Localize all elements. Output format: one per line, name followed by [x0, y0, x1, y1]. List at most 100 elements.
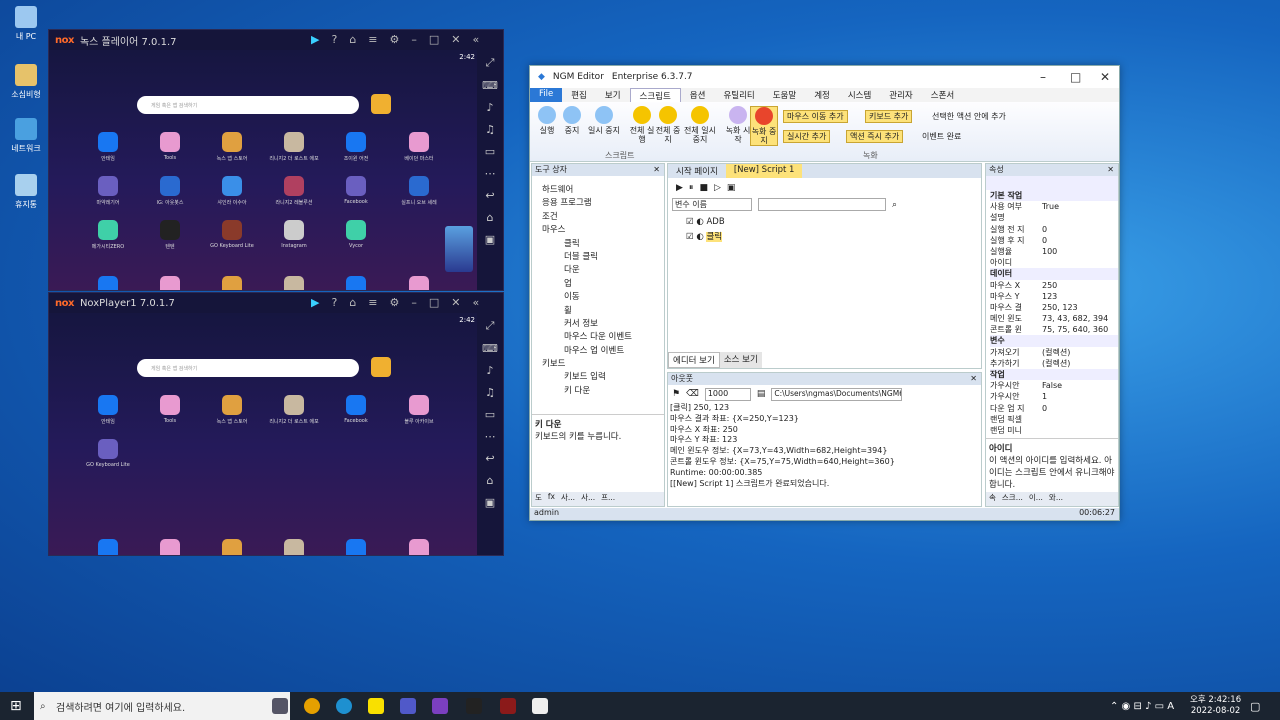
gear-icon[interactable]: ⚙ — [390, 296, 400, 309]
nox-window-2[interactable]: nox NoxPlayer1 7.0.1.7 ▶? ⌂ ≡ ⚙ – □ ✕ « 2:42 게임 … — [48, 292, 504, 556]
property-row[interactable]: 다운 업 지 0 — [990, 403, 1118, 414]
gear-icon[interactable]: ⚙ — [390, 33, 400, 46]
all-run-button[interactable]: 전체 실행 — [628, 106, 656, 144]
app-search-input[interactable]: 게임 혹은 앱 검색하기 — [137, 96, 359, 114]
close-icon[interactable]: ✕ — [653, 164, 660, 176]
notepad-icon[interactable] — [532, 698, 548, 714]
property-row[interactable]: 가우시안 False — [990, 380, 1118, 391]
toolbox-item[interactable]: 조건 — [542, 211, 664, 224]
menu-icon[interactable]: ≡ — [368, 296, 377, 309]
close-icon[interactable]: ✕ — [451, 33, 460, 46]
minimize-button[interactable]: – — [1040, 70, 1046, 84]
tab-script[interactable]: 스크... — [1002, 492, 1023, 506]
recent-icon[interactable]: ▣ — [485, 496, 495, 509]
app-icon[interactable]: Instagram — [269, 220, 319, 249]
close-button[interactable]: ✕ — [1100, 70, 1110, 84]
app-icon[interactable]: 베이던 마스터 — [394, 132, 444, 162]
back-icon[interactable]: ↩ — [485, 452, 494, 465]
add-realtime-button[interactable]: 실시간 추가 — [783, 130, 831, 143]
app-search-input[interactable]: 게임 혹은 앱 검색하기 — [137, 359, 359, 377]
toolbox-item[interactable]: 이동 — [542, 291, 664, 304]
home-icon[interactable]: ⌂ — [487, 211, 494, 224]
app-icon[interactable]: 바카스: 히이템트 빛계평유 — [145, 539, 195, 555]
more-icon[interactable]: ⋯ — [485, 430, 496, 443]
property-row[interactable]: 가져오기 (컬렉션) — [990, 347, 1118, 358]
property-row[interactable]: 데이터 — [990, 268, 1118, 280]
edge-icon[interactable] — [336, 698, 352, 714]
property-row[interactable]: 변수 — [990, 335, 1118, 347]
eraser-icon[interactable]: ⌫ — [686, 389, 699, 399]
app-icon[interactable]: 세이더즈 위: 변규의 아레나 — [207, 276, 257, 290]
home-icon[interactable]: ⌂ — [487, 474, 494, 487]
more-icon[interactable]: ⋯ — [485, 167, 496, 180]
app-icon[interactable]: 샤인라 이수아 — [207, 176, 257, 206]
property-row[interactable]: 실행 전 지 0 — [990, 224, 1118, 235]
screen-icon[interactable]: ▭ — [485, 408, 495, 421]
add-action-now-button[interactable]: 액션 즉시 추가 — [846, 130, 904, 143]
app-icon[interactable]: 데카론M — [83, 276, 133, 290]
app-icon[interactable]: 라니지2 레볼루션 — [269, 176, 319, 206]
property-row[interactable]: 실행 후 지 0 — [990, 235, 1118, 246]
nox-window-1[interactable]: nox 녹스 플레이어 7.0.1.7 ▶? ⌂ ≡ ⚙ – □ ✕ « 2:42 게임 혹은 … — [48, 29, 504, 291]
taskbar-search[interactable]: ⌕ 검색하려면 여기에 입력하세요. — [34, 692, 290, 720]
ngm-titlebar[interactable]: ◆ NGM Editor Enterprise 6.3.7.7 — [530, 66, 1119, 88]
menu-edit[interactable]: 편집 — [562, 88, 596, 102]
tab-toolbox[interactable]: 도 — [535, 492, 542, 506]
all-pause-button[interactable]: 전체 일시 중지 — [682, 106, 718, 144]
toolbox-item[interactable]: 응용 프로그램 — [542, 197, 664, 210]
toolbox-item[interactable]: 키 다운 — [542, 385, 664, 398]
tab-properties[interactable]: 속 — [989, 492, 996, 506]
app-icon[interactable]: GO Keyboard Lite — [83, 439, 133, 468]
step-icon[interactable]: ▷ — [714, 183, 721, 193]
back-icon[interactable]: ↩ — [485, 189, 494, 202]
menu-options[interactable]: 옵션 — [681, 88, 715, 102]
menu-account[interactable]: 계정 — [805, 88, 839, 102]
toolbox-item[interactable]: 하드웨어 — [542, 184, 664, 197]
app-icon[interactable]: 리니지2 더 로스트 에포 — [269, 132, 319, 162]
menu-admin[interactable]: 관리자 — [880, 88, 921, 102]
property-row[interactable]: 랜덤 미니 — [990, 425, 1118, 436]
close-icon[interactable]: ✕ — [970, 373, 977, 385]
stop-button[interactable]: 중지 — [558, 106, 586, 135]
keyboard-icon[interactable]: ⌨ — [482, 79, 498, 92]
app-icon[interactable]: 안테임 — [83, 395, 133, 425]
app-icon[interactable]: IG: 아웃봇스 — [145, 176, 195, 206]
shirt-icon[interactable]: ⌂ — [349, 296, 356, 309]
app-icon[interactable]: 세이더즈 위: 변규의 아레나 — [207, 539, 257, 555]
toolbox-item[interactable]: 마우스 업 이벤트 — [542, 345, 664, 358]
windows-start-icon[interactable]: ⊞ — [10, 698, 22, 714]
event-complete-button[interactable]: 이벤트 완료 — [922, 131, 961, 142]
tab-image[interactable]: 이... — [1029, 492, 1043, 506]
help-icon[interactable]: ? — [331, 33, 337, 46]
app-icon[interactable]: 녹스 앱 스토어 — [207, 132, 257, 162]
toolbox-item[interactable]: 커서 정보 — [542, 318, 664, 331]
property-row[interactable]: 마우스 X 250 — [990, 280, 1118, 291]
variable-value-input[interactable] — [758, 198, 886, 211]
ngm-editor-window[interactable]: ◆ NGM Editor Enterprise 6.3.7.7 – □ ✕ Fil… — [529, 65, 1120, 521]
app-icon[interactable]: Facebook — [331, 395, 381, 424]
maximize-button[interactable]: □ — [1070, 70, 1081, 84]
script-item-click[interactable]: ☑ ◐ 클릭 — [686, 230, 981, 243]
app-icon[interactable]: 녹스 앱 스토어 — [207, 395, 257, 425]
nox-icon[interactable] — [466, 698, 482, 714]
expand-icon[interactable]: ⤢ — [486, 319, 495, 333]
shirt-icon[interactable]: ⌂ — [349, 33, 356, 46]
filter-icon[interactable]: ⚑ — [672, 389, 680, 399]
save-icon[interactable]: ▤ — [757, 389, 766, 399]
property-row[interactable]: 마우스 결 250, 123 — [990, 302, 1118, 313]
visual-studio-icon[interactable] — [432, 698, 448, 714]
app-icon[interactable]: 디 펜드: 판다그런드 캠업 — [331, 539, 381, 555]
search-icon[interactable]: ⌕ — [892, 200, 897, 210]
volume-down-icon[interactable]: ♫ — [485, 123, 495, 136]
close-icon[interactable]: ✕ — [1107, 164, 1114, 176]
help-icon[interactable]: ? — [331, 296, 337, 309]
tab-user[interactable]: 사... — [561, 492, 575, 506]
property-row[interactable]: 설명 — [990, 212, 1118, 223]
property-row[interactable]: 사용 여부 True — [990, 201, 1118, 212]
property-row[interactable]: 마우스 Y 123 — [990, 291, 1118, 302]
menu-icon[interactable]: ≡ — [368, 33, 377, 46]
property-row[interactable]: 가우시안 1 — [990, 391, 1118, 402]
app-icon[interactable]: 실프니 오브 세레 — [394, 176, 444, 206]
tab-user2[interactable]: 사... — [581, 492, 595, 506]
toolbox-item[interactable]: 마우스 — [542, 224, 664, 237]
